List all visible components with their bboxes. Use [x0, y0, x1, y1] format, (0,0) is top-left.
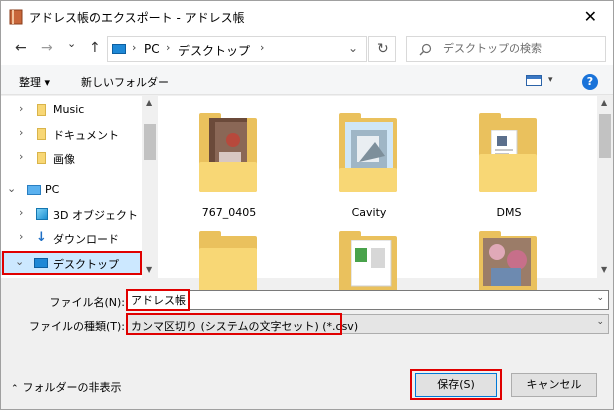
view-dropdown-icon[interactable]: ▾: [548, 75, 553, 85]
filename-input[interactable]: [131, 293, 531, 306]
hide-folders-label: フォルダーの非表示: [22, 381, 122, 394]
scrollbar-thumb[interactable]: [144, 124, 156, 160]
cube-icon: [36, 208, 48, 220]
tree-item-label: ダウンロード: [53, 233, 119, 246]
breadcrumb-separator-icon[interactable]: ›: [260, 41, 264, 54]
expand-icon[interactable]: ›: [19, 230, 23, 243]
address-dropdown-icon[interactable]: ⌄: [348, 41, 358, 55]
close-button[interactable]: ✕: [584, 7, 597, 26]
scroll-down-icon[interactable]: ▼: [146, 265, 152, 274]
title-bar: アドレス帳のエクスポート - アドレス帳 ✕: [1, 1, 613, 33]
file-list: 767_0405 Cavity DMS: [158, 96, 597, 310]
filetype-dropdown-icon[interactable]: ⌄: [596, 317, 604, 327]
expand-icon[interactable]: ›: [19, 150, 23, 163]
window-title: アドレス帳のエクスポート - アドレス帳: [29, 11, 245, 25]
search-input[interactable]: [443, 42, 603, 55]
tree-item-label: Music: [53, 103, 85, 116]
breadcrumb-pc[interactable]: PC: [144, 42, 160, 56]
file-name: DMS: [496, 206, 522, 219]
filetype-label: ファイルの種類(T):: [28, 320, 125, 333]
scroll-down-icon[interactable]: ▼: [601, 265, 607, 274]
breadcrumb-separator-icon[interactable]: ›: [132, 41, 136, 54]
tree-item-label: PC: [45, 183, 60, 196]
scrollbar-thumb[interactable]: [599, 114, 611, 158]
breadcrumb-desktop[interactable]: デスクトップ: [178, 42, 250, 59]
tree-item-3d-objects[interactable]: › 3D オブジェクト: [1, 202, 142, 226]
highlight-save: [410, 369, 502, 400]
highlight-filetype: [126, 313, 342, 335]
view-options-icon[interactable]: [526, 75, 542, 86]
export-dialog: アドレス帳のエクスポート - アドレス帳 ✕ ← → ⌄ ↑ › PC › デス…: [0, 0, 614, 410]
filename-field[interactable]: ⌄: [127, 290, 609, 310]
back-button[interactable]: ←: [15, 40, 27, 56]
navigation-bar: ← → ⌄ ↑ › PC › デスクトップ › ⌄ ↻: [1, 33, 613, 65]
expand-icon[interactable]: ›: [19, 126, 23, 139]
file-item[interactable]: 767_0405: [181, 96, 277, 226]
breadcrumb-separator-icon[interactable]: ›: [166, 41, 170, 54]
tree-item-label: 3D オブジェクト: [53, 209, 138, 222]
expand-icon[interactable]: ›: [19, 206, 23, 219]
folder-icon: [37, 104, 46, 116]
tree-item-label: ドキュメント: [53, 129, 119, 142]
chevron-up-icon: ⌃: [11, 384, 19, 394]
highlight-filename: [126, 289, 190, 311]
refresh-icon: ↻: [377, 41, 389, 57]
desktop-icon: [112, 44, 126, 54]
tree-item-pc[interactable]: ⌄ PC: [1, 178, 142, 202]
up-folder-button[interactable]: ↑: [89, 40, 101, 56]
search-icon: [419, 43, 432, 56]
scroll-up-icon[interactable]: ▲: [146, 98, 152, 107]
tree-item-downloads[interactable]: › ↓ ダウンロード: [1, 226, 142, 250]
address-bar[interactable]: › PC › デスクトップ › ⌄: [107, 36, 367, 62]
download-icon: ↓: [36, 230, 47, 245]
folder-icon: [339, 113, 397, 192]
filename-label: ファイル名(N):: [49, 296, 125, 309]
pc-icon: [27, 185, 41, 195]
folder-icon: [479, 113, 537, 192]
organize-menu[interactable]: 整理 ▾: [19, 74, 50, 90]
new-folder-button[interactable]: 新しいフォルダー: [81, 74, 169, 90]
hide-folders-toggle[interactable]: ⌃ フォルダーの非表示: [11, 379, 122, 395]
nav-pane-scrollbar[interactable]: ▲ ▼: [142, 96, 158, 278]
file-list-scrollbar[interactable]: ▲ ▼: [597, 96, 613, 278]
search-box[interactable]: [406, 36, 606, 62]
highlight-desktop-item: [2, 251, 142, 275]
tree-item-music[interactable]: › Music: [1, 98, 142, 122]
file-item[interactable]: Cavity: [321, 96, 417, 226]
scroll-up-icon[interactable]: ▲: [601, 98, 607, 107]
folder-icon: [37, 152, 46, 164]
file-name: Cavity: [351, 206, 387, 219]
folder-icon: [37, 128, 46, 140]
forward-button[interactable]: →: [41, 40, 53, 56]
command-bar: 整理 ▾ 新しいフォルダー ▾: [1, 65, 613, 95]
tree-item-documents[interactable]: › ドキュメント: [1, 122, 142, 146]
filename-dropdown-icon[interactable]: ⌄: [596, 293, 604, 303]
address-book-icon: [9, 9, 23, 25]
file-item[interactable]: DMS: [461, 96, 557, 226]
file-name: 767_0405: [201, 206, 257, 219]
recent-locations-button[interactable]: ⌄: [67, 37, 76, 50]
tree-item-pictures[interactable]: › 画像: [1, 146, 142, 170]
folder-icon: [199, 113, 257, 192]
collapse-icon[interactable]: ⌄: [7, 182, 16, 195]
help-icon[interactable]: ?: [582, 74, 598, 90]
expand-icon[interactable]: ›: [19, 102, 23, 115]
cancel-button[interactable]: キャンセル: [511, 373, 597, 397]
tree-item-label: 画像: [53, 153, 75, 166]
refresh-button[interactable]: ↻: [368, 36, 396, 62]
